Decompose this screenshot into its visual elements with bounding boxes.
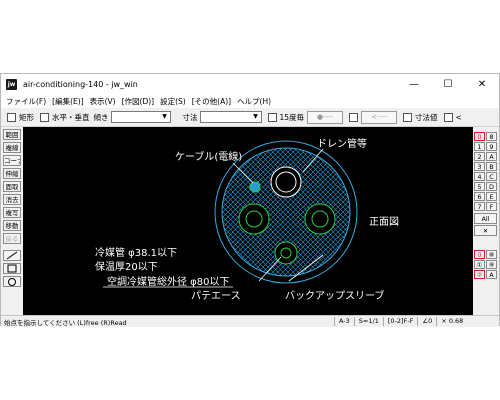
layer-7[interactable]: 7: [474, 202, 485, 211]
menu-file[interactable]: ファイル(F): [6, 96, 46, 107]
refrigerant-pipe-right-inner: [311, 210, 329, 228]
layer-4[interactable]: 4: [474, 172, 485, 181]
small-pipe-inner: [280, 247, 292, 259]
layer-indicator[interactable]: [0-2]F-F: [382, 317, 418, 326]
dim-combo[interactable]: ▼: [199, 111, 262, 123]
layer-b[interactable]: B: [486, 162, 497, 171]
menu-help[interactable]: ヘルプ(H): [237, 96, 271, 107]
maximize-button[interactable]: ☐: [431, 74, 465, 94]
hv-label: 水平・垂直: [52, 112, 90, 122]
layer-a[interactable]: A: [486, 152, 497, 161]
application-window: jw air-conditioning-140 - jw_win — ☐ ✕ フ…: [0, 73, 500, 327]
drawing-canvas[interactable]: ケーブル(電線) ドレン管等 正面図 冷媒管 φ38.1以下 保温厚20以下 空…: [23, 127, 473, 317]
rect-tool-button[interactable]: [3, 263, 21, 274]
lt-label: <: [455, 112, 462, 122]
pipe-spec-line2: 保温厚20以下: [95, 260, 158, 273]
drain-label: ドレン管等: [317, 137, 367, 150]
menu-edit[interactable]: [編集(E)]: [52, 96, 83, 107]
window-title: air-conditioning-140 - jw_win: [23, 79, 138, 89]
tool-move[interactable]: 移動: [3, 220, 21, 231]
menu-settings[interactable]: 設定(S): [160, 96, 186, 107]
drawing-svg: ケーブル(電線) ドレン管等 正面図 冷媒管 φ38.1以下 保温厚20以下 空…: [95, 137, 399, 302]
layer-e[interactable]: E: [486, 192, 497, 201]
backup-sleeve-label: バックアップスリーブ: [285, 289, 384, 302]
title-bar[interactable]: jw air-conditioning-140 - jw_win — ☐ ✕: [1, 74, 499, 94]
rect-checkbox[interactable]: [7, 112, 16, 122]
putty-label: パテエース: [191, 290, 241, 302]
zoom-indicator[interactable]: × 0.68: [436, 317, 467, 326]
angle-combo[interactable]: ▼: [110, 111, 171, 123]
status-message: 始点を指示してください (L)free (R)Read: [4, 318, 127, 327]
layer-d[interactable]: D: [486, 182, 497, 191]
tool-range[interactable]: 範囲: [3, 129, 21, 140]
angle-label: 傾き: [93, 112, 109, 122]
line-tool-button[interactable]: [3, 250, 21, 261]
layer-palette: 08 19 2A 3B 4C 5D 6E 7F All ✕ 0⑧ ①⑨ ②A: [474, 132, 499, 280]
chevron-down-icon: ▼: [253, 113, 258, 120]
drain-pipe-inner: [275, 171, 297, 193]
menu-draw[interactable]: [作図(D)]: [122, 96, 154, 107]
tool-offset[interactable]: 複線: [3, 142, 21, 153]
menu-view[interactable]: 表示(V): [90, 96, 116, 107]
group-2[interactable]: ②: [474, 270, 485, 279]
menu-bar: ファイル(F) [編集(E)] 表示(V) [作図(D)] 設定(S) [その他…: [1, 94, 499, 108]
deg15-checkbox[interactable]: [267, 112, 277, 122]
layer-5[interactable]: 5: [474, 182, 485, 191]
tool-erase[interactable]: 消去: [3, 194, 21, 205]
tool-stretch[interactable]: 伸縮: [3, 168, 21, 179]
close-button[interactable]: ✕: [465, 74, 499, 94]
layer-f[interactable]: F: [486, 202, 497, 211]
left-tool-palette: 範囲 複線 コーナー 伸縮 面取 消去 複写 移動 戻る: [3, 129, 22, 289]
circle-icon: [8, 278, 16, 286]
dimval-checkbox[interactable]: [403, 112, 413, 122]
point-button[interactable]: ●----: [307, 110, 344, 124]
layer-2[interactable]: 2: [474, 152, 485, 161]
tool-corner[interactable]: コーナー: [3, 155, 21, 166]
hv-checkbox[interactable]: [40, 112, 49, 122]
layer-6[interactable]: 6: [474, 192, 485, 201]
menu-other[interactable]: [その他(A)]: [192, 96, 231, 107]
front-view-label: 正面図: [369, 216, 399, 228]
close-icon[interactable]: ✕: [474, 225, 497, 236]
minimize-button[interactable]: —: [397, 74, 431, 94]
dimval-label: 寸法値: [415, 112, 438, 122]
pipe-spec-line1: 冷媒管 φ38.1以下: [95, 246, 177, 259]
tool-copy[interactable]: 複写: [3, 207, 21, 218]
chevron-down-icon: ▼: [162, 113, 167, 120]
tool-chamfer[interactable]: 面取: [3, 181, 21, 192]
app-icon: jw: [6, 78, 17, 90]
scale[interactable]: S=1/1: [353, 317, 383, 326]
group-1[interactable]: ①: [474, 260, 485, 269]
toolbar: 矩形 水平・垂直 傾き ▼ 寸法 ▼ 15度毎 ●---- <---- 寸法値 …: [1, 108, 499, 127]
tool-undo[interactable]: 戻る: [3, 233, 21, 244]
back-arrow-button[interactable]: <----: [361, 110, 398, 124]
dim-label: 寸法: [182, 112, 198, 122]
group-a[interactable]: A: [486, 270, 497, 279]
rect-label: 矩形: [19, 112, 34, 122]
lt-checkbox[interactable]: [443, 112, 453, 122]
all-layers-button[interactable]: All: [474, 213, 497, 224]
group-9[interactable]: ⑨: [486, 260, 497, 269]
circle-tool-button[interactable]: [3, 276, 21, 287]
btn2-checkbox[interactable]: [349, 112, 359, 122]
group-0[interactable]: 0: [474, 250, 485, 259]
refrigerant-pipe-left-inner: [245, 210, 263, 228]
group-8[interactable]: ⑧: [486, 250, 497, 259]
cable-label: ケーブル(電線): [175, 150, 242, 163]
rectangle-icon: [7, 264, 17, 273]
layer-c[interactable]: C: [486, 172, 497, 181]
deg15-label: 15度毎: [279, 112, 305, 122]
layer-9[interactable]: 9: [486, 142, 497, 151]
line-icon: [6, 251, 18, 260]
layer-8[interactable]: 8: [486, 132, 497, 141]
status-bar: 始点を指示してください (L)free (R)Read A-3 S=1/1 [0…: [1, 315, 499, 327]
layer-1[interactable]: 1: [474, 142, 485, 151]
angle-indicator[interactable]: ∠0: [417, 317, 436, 326]
pipe-spec-line3: 空調冷媒管総外径 φ80以下: [107, 275, 230, 288]
cable-circle: [249, 181, 261, 193]
layer-3[interactable]: 3: [474, 162, 485, 171]
layer-0[interactable]: 0: [474, 132, 485, 141]
paper-size[interactable]: A-3: [334, 317, 354, 326]
